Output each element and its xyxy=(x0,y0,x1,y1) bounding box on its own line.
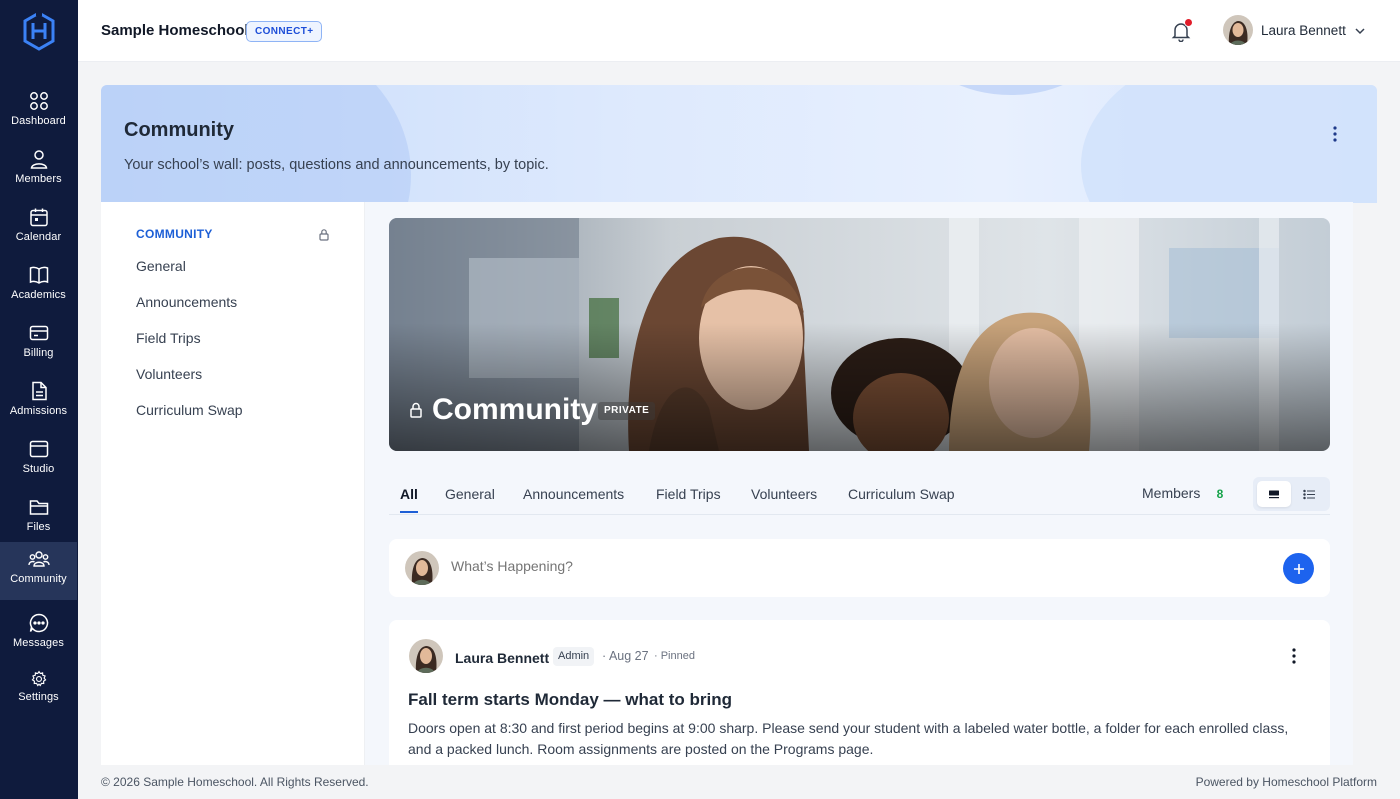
gear-icon xyxy=(31,670,46,687)
sidebar-item-label: Settings xyxy=(18,691,59,703)
sidebar-item-admissions[interactable]: Admissions xyxy=(0,374,77,432)
lock-icon xyxy=(319,229,329,241)
tab-field-trips[interactable]: Field Trips xyxy=(656,486,721,502)
school-name: Sample Homeschool xyxy=(101,22,249,39)
avatar[interactable] xyxy=(1223,15,1253,45)
pinned-label: · Pinned xyxy=(654,650,695,662)
grid-icon xyxy=(29,92,48,110)
post-body: Doors open at 8:30 and first period begi… xyxy=(408,720,1289,757)
cover-image: Community PRIVATE xyxy=(389,218,1330,451)
copyright-text: © 2026 Sample Homeschool. All Rights Res… xyxy=(101,775,369,789)
view-toggle xyxy=(1253,477,1330,511)
members-link[interactable]: Members xyxy=(1142,485,1200,501)
private-badge: PRIVATE xyxy=(598,402,656,420)
sidebar-item-label: Billing xyxy=(23,347,54,359)
post-author[interactable]: Laura Bennett xyxy=(455,650,549,666)
powered-by-text: Powered by Homeschool Platform xyxy=(1195,775,1377,789)
plan-badge: CONNECT+ xyxy=(246,21,323,42)
sidebar-item-label: Community xyxy=(10,573,67,585)
sidebar-item-label: Files xyxy=(26,521,51,533)
members-count: 8 xyxy=(1216,487,1224,501)
kebab-menu-icon[interactable] xyxy=(1327,125,1343,143)
topic-item-general[interactable]: General xyxy=(136,258,186,274)
topic-item-curriculum-swap[interactable]: Curriculum Swap xyxy=(136,402,243,418)
sidebar: Dashboard Members Calendar Academics Bil… xyxy=(0,0,78,799)
list-view-icon xyxy=(1302,489,1315,499)
sidebar-item-label: Studio xyxy=(22,463,55,475)
whats-happening-input[interactable] xyxy=(451,558,1151,574)
sidebar-item-label: Messages xyxy=(13,637,64,649)
sidebar-item-billing[interactable]: Billing xyxy=(0,316,77,374)
sidebar-item-files[interactable]: Files xyxy=(0,490,77,548)
post-composer xyxy=(389,539,1330,597)
active-tab-indicator xyxy=(400,511,418,513)
folder-icon xyxy=(29,500,48,515)
sidebar-item-academics[interactable]: Academics xyxy=(0,258,77,316)
tab-curriculum-swap[interactable]: Curriculum Swap xyxy=(848,486,955,502)
logo-icon[interactable] xyxy=(22,11,56,51)
plus-icon xyxy=(1293,563,1304,574)
document-icon xyxy=(31,381,47,401)
user-name[interactable]: Laura Bennett xyxy=(1261,23,1346,38)
calendar-icon xyxy=(29,208,48,227)
role-badge: Admin xyxy=(553,647,595,666)
avatar[interactable] xyxy=(409,639,443,673)
topic-item-volunteers[interactable]: Volunteers xyxy=(136,366,202,382)
decorative-circle xyxy=(101,85,411,203)
page-header: Community Your school’s wall: posts, que… xyxy=(101,85,1377,203)
sidebar-item-members[interactable]: Members xyxy=(0,142,77,200)
sidebar-item-label: Academics xyxy=(11,289,66,301)
sidebar-item-label: Calendar xyxy=(15,231,62,243)
post-date: · Aug 27 xyxy=(602,649,649,663)
sidebar-item-label: Admissions xyxy=(9,405,68,417)
people-icon xyxy=(27,551,50,567)
topic-item-field-trips[interactable]: Field Trips xyxy=(136,330,201,346)
topic-item-announcements[interactable]: Announcements xyxy=(136,294,237,310)
book-icon xyxy=(29,266,48,284)
topics-heading: COMMUNITY xyxy=(136,227,213,241)
tab-all[interactable]: All xyxy=(400,486,418,502)
tab-announcements[interactable]: Announcements xyxy=(523,486,624,502)
card-view-icon xyxy=(1269,490,1279,499)
chat-icon xyxy=(29,613,48,633)
chevron-down-icon[interactable] xyxy=(1354,25,1366,37)
notification-dot xyxy=(1184,18,1193,27)
page-subtitle: Your school’s wall: posts, questions and… xyxy=(124,157,549,173)
sidebar-item-community[interactable]: Community xyxy=(0,542,77,600)
post-card: Laura Bennett Admin · Aug 27 · Pinned Fa… xyxy=(389,620,1330,780)
tab-general[interactable]: General xyxy=(445,486,495,502)
topics-sidebar: COMMUNITY General Announcements Field Tr… xyxy=(101,202,365,765)
post-title: Fall term starts Monday — what to bring xyxy=(408,690,732,709)
decorative-circle xyxy=(1081,85,1377,203)
add-post-button[interactable] xyxy=(1283,553,1314,584)
topic-tabs: All General Announcements Field Trips Vo… xyxy=(389,477,1330,515)
sidebar-item-studio[interactable]: Studio xyxy=(0,432,77,490)
page-title: Community xyxy=(124,119,234,141)
window-icon xyxy=(29,440,48,458)
kebab-menu-icon[interactable] xyxy=(1286,647,1302,665)
cover-title: Community xyxy=(432,393,597,426)
sidebar-item-dashboard[interactable]: Dashboard xyxy=(0,84,77,142)
list-view-button[interactable] xyxy=(1292,481,1326,507)
top-bar: Sample Homeschool CONNECT+ Laura Bennett xyxy=(78,0,1400,62)
sidebar-item-label: Dashboard xyxy=(11,115,66,127)
sidebar-item-calendar[interactable]: Calendar xyxy=(0,200,77,258)
lock-icon xyxy=(410,402,422,418)
person-icon xyxy=(30,150,47,169)
main-panel: COMMUNITY General Announcements Field Tr… xyxy=(101,202,1353,780)
card-view-button[interactable] xyxy=(1257,481,1291,507)
avatar xyxy=(405,551,439,585)
feed: Community PRIVATE All General Announceme… xyxy=(365,202,1353,780)
sidebar-item-label: Members xyxy=(15,173,62,185)
sidebar-item-settings[interactable]: Settings xyxy=(0,664,77,722)
sidebar-item-messages[interactable]: Messages xyxy=(0,606,77,664)
decorative-circle xyxy=(921,85,1101,95)
tab-volunteers[interactable]: Volunteers xyxy=(751,486,817,502)
credit-card-icon xyxy=(29,325,48,341)
footer: © 2026 Sample Homeschool. All Rights Res… xyxy=(78,765,1400,799)
